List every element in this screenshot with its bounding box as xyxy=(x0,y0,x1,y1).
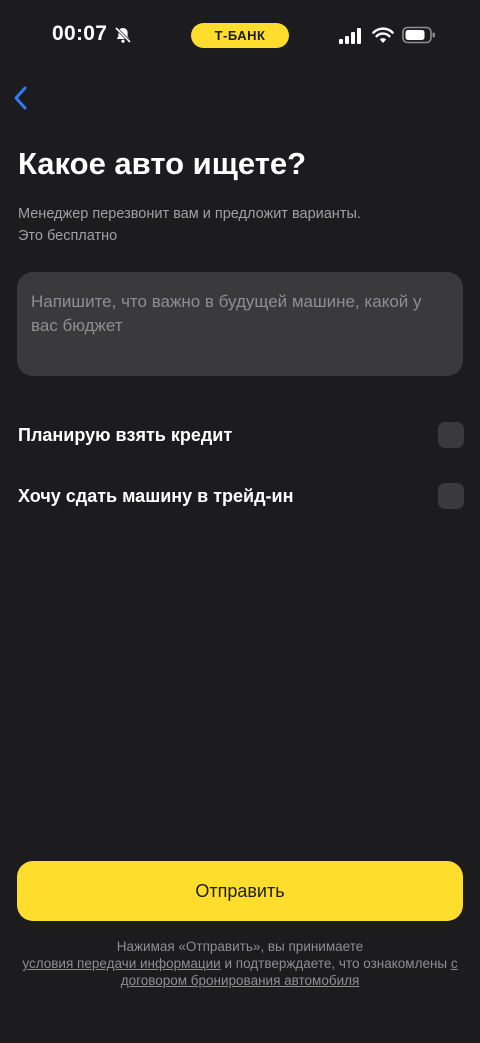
credit-checkbox[interactable] xyxy=(438,422,464,448)
brand-badge: Т-БАНК xyxy=(191,23,289,48)
data-transfer-terms-link[interactable]: условия передачи информации xyxy=(22,956,220,971)
page-subtitle: Менеджер перезвонит вам и предложит вари… xyxy=(18,203,458,247)
trade-in-checkbox[interactable] xyxy=(438,483,464,509)
status-bar: 00:07 Т-БАНК xyxy=(0,0,480,70)
chevron-left-icon[interactable] xyxy=(10,84,32,112)
bell-slash-icon xyxy=(114,26,132,44)
submit-button[interactable]: Отправить xyxy=(17,861,463,921)
battery-icon xyxy=(402,26,435,44)
wishes-textarea[interactable] xyxy=(17,272,463,376)
option-credit-label: Планирую взять кредит xyxy=(18,424,233,445)
legal-middle: и подтверждаете, что ознакомлены xyxy=(220,956,451,971)
option-credit[interactable]: Планирую взять кредит xyxy=(18,420,464,450)
option-trade-in[interactable]: Хочу сдать машину в трейд-ин xyxy=(18,481,464,511)
page-title: Какое авто ищете? xyxy=(18,146,307,181)
status-time: 00:07 xyxy=(52,22,108,45)
legal-notice: Нажимая «Отправить», вы принимаете услов… xyxy=(20,938,460,989)
wifi-icon xyxy=(372,27,394,43)
wishes-field xyxy=(17,272,463,376)
signal-icon xyxy=(339,28,361,44)
subtitle-line-2: Это бесплатно xyxy=(18,228,118,244)
subtitle-line-1: Менеджер перезвонит вам и предложит вари… xyxy=(18,206,361,222)
option-trade-in-label: Хочу сдать машину в трейд-ин xyxy=(18,485,294,506)
legal-prefix: Нажимая «Отправить», вы принимаете xyxy=(116,939,364,954)
